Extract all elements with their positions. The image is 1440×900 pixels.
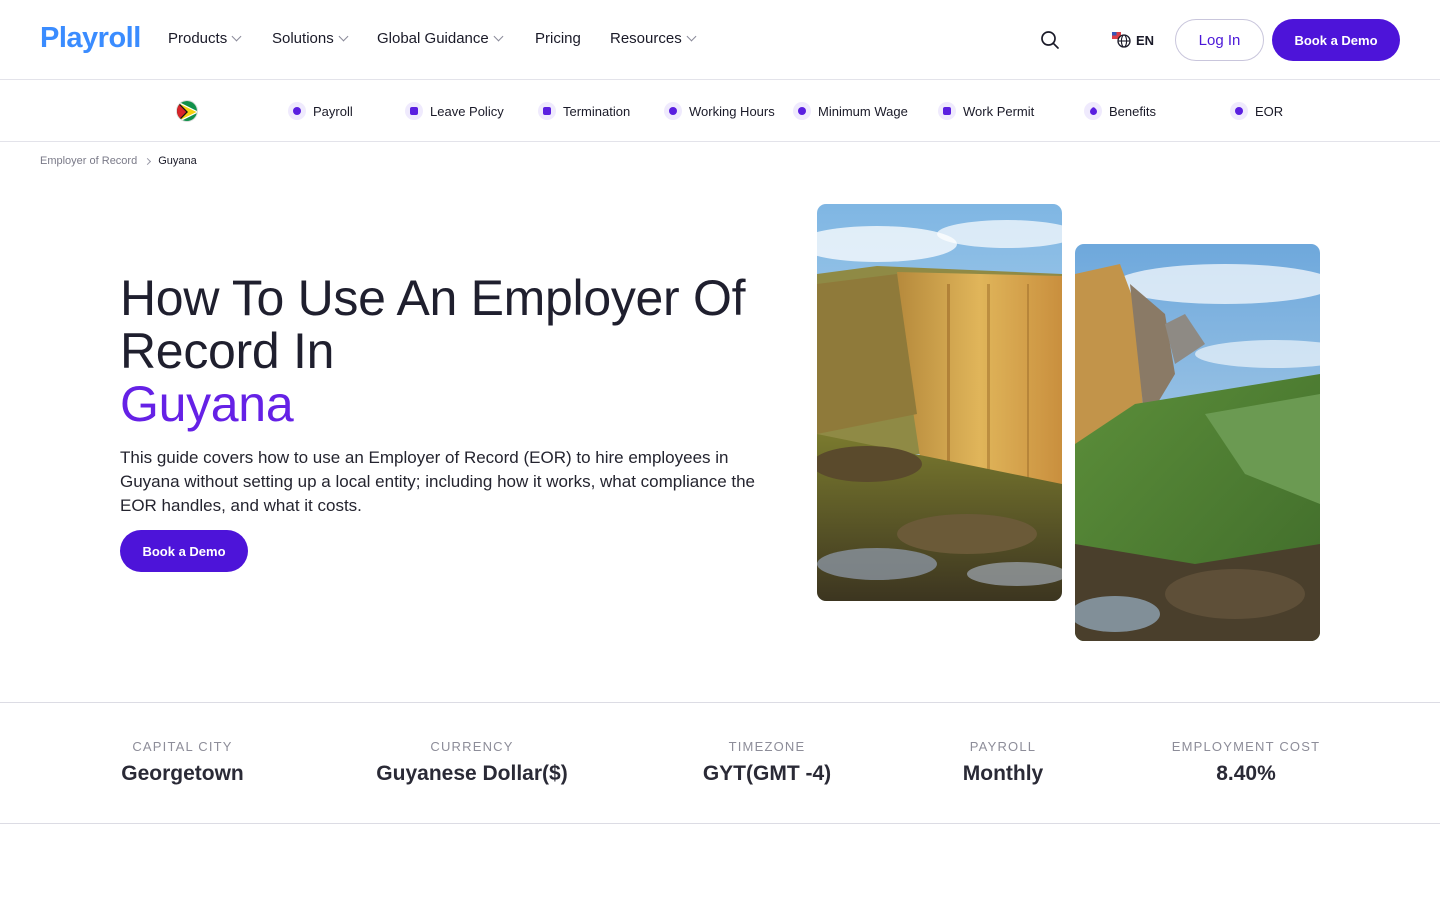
nav-resources-label: Resources: [610, 30, 682, 47]
subnav-working-hours[interactable]: Working Hours: [664, 102, 775, 120]
chevron-down-icon: [686, 31, 697, 42]
nav-resources[interactable]: Resources: [610, 30, 697, 47]
stat-payroll: PAYROLL Monthly: [948, 739, 1058, 786]
page-title-text: How To Use An Employer Of Record In: [120, 270, 746, 379]
chevron-down-icon: [493, 31, 504, 42]
subnav-leave-policy-label: Leave Policy: [430, 103, 504, 119]
stat-timezone: TIMEZONE GYT(GMT -4): [687, 739, 847, 786]
subnav-eor[interactable]: EOR: [1230, 102, 1283, 120]
globe-icon: [1112, 32, 1131, 48]
stat-value: Monthly: [962, 762, 1044, 785]
stat-label: CURRENCY: [430, 739, 514, 754]
breadcrumb: Employer of Record Guyana: [40, 155, 197, 167]
subnav-minimum-wage-label: Minimum Wage: [818, 103, 908, 119]
breadcrumb-current: Guyana: [158, 155, 197, 167]
stat-label: TIMEZONE: [728, 739, 806, 754]
book-demo-button[interactable]: Book a Demo: [1272, 19, 1400, 61]
stat-value: Guyanese Dollar($): [376, 762, 568, 785]
subnav-benefits[interactable]: Benefits: [1084, 102, 1156, 120]
stat-label: PAYROLL: [969, 739, 1037, 754]
leave-policy-icon: [405, 102, 423, 120]
eor-icon: [1230, 102, 1248, 120]
playroll-logo[interactable]: Playroll: [40, 22, 141, 55]
page-title-country: Guyana: [120, 376, 294, 432]
language-selector[interactable]: EN: [1112, 31, 1154, 49]
stat-capital-city: CAPITAL CITY Georgetown: [120, 739, 245, 786]
termination-icon: [538, 102, 556, 120]
payroll-icon: [288, 102, 306, 120]
nav-global-guidance-label: Global Guidance: [377, 30, 489, 47]
subnav-work-permit[interactable]: Work Permit: [938, 102, 1034, 120]
subnav-termination-label: Termination: [563, 103, 631, 119]
nav-products[interactable]: Products: [168, 30, 242, 47]
nav-pricing-label: Pricing: [535, 30, 581, 47]
hero-book-demo-button[interactable]: Book a Demo: [120, 530, 248, 572]
chevron-down-icon: [231, 31, 242, 42]
search-icon[interactable]: [1040, 30, 1060, 50]
chevron-right-icon: [144, 157, 152, 165]
subnav-eor-label: EOR: [1255, 103, 1284, 119]
stat-value: 8.40%: [1216, 762, 1276, 785]
subnav-payroll[interactable]: Payroll: [288, 102, 353, 120]
stat-employment-cost: EMPLOYMENT COST 8.40%: [1160, 739, 1332, 786]
subnav-benefits-label: Benefits: [1109, 103, 1156, 119]
stat-currency: CURRENCY Guyanese Dollar($): [362, 739, 582, 786]
nav-global-guidance[interactable]: Global Guidance: [377, 30, 504, 47]
stat-label: CAPITAL CITY: [132, 739, 233, 754]
stat-label: EMPLOYMENT COST: [1171, 739, 1321, 754]
minimum-wage-icon: [793, 102, 811, 120]
benefits-icon: [1084, 102, 1102, 120]
subnav-working-hours-label: Working Hours: [689, 103, 775, 119]
subnav-leave-policy[interactable]: Leave Policy: [405, 102, 504, 120]
nav-solutions[interactable]: Solutions: [272, 30, 349, 47]
subnav-payroll-label: Payroll: [313, 103, 353, 119]
country-stats-bar: CAPITAL CITY Georgetown CURRENCY Guyanes…: [0, 702, 1440, 824]
working-hours-icon: [664, 102, 682, 120]
nav-pricing[interactable]: Pricing: [535, 30, 581, 47]
hero-image-cliffs: [817, 204, 1062, 601]
hero-description: This guide covers how to use an Employer…: [120, 448, 756, 515]
hero-image-valley: [1075, 244, 1320, 641]
language-label: EN: [1136, 32, 1155, 48]
login-button[interactable]: Log In: [1175, 19, 1264, 61]
subnav-work-permit-label: Work Permit: [963, 103, 1035, 119]
subnav-minimum-wage[interactable]: Minimum Wage: [793, 102, 908, 120]
nav-solutions-label: Solutions: [272, 30, 334, 47]
stat-value: Georgetown: [121, 762, 244, 785]
breadcrumb-parent-link[interactable]: Employer of Record: [40, 155, 137, 167]
page-title: How To Use An Employer Of Record In Guya…: [120, 272, 800, 431]
subnav-termination[interactable]: Termination: [538, 102, 630, 120]
top-navigation: Playroll Products Solutions Global Guida…: [0, 0, 1440, 80]
stat-value: GYT(GMT -4): [702, 762, 832, 785]
work-permit-icon: [938, 102, 956, 120]
guyana-flag-icon: [176, 100, 198, 122]
nav-products-label: Products: [168, 30, 228, 47]
chevron-down-icon: [338, 31, 349, 42]
